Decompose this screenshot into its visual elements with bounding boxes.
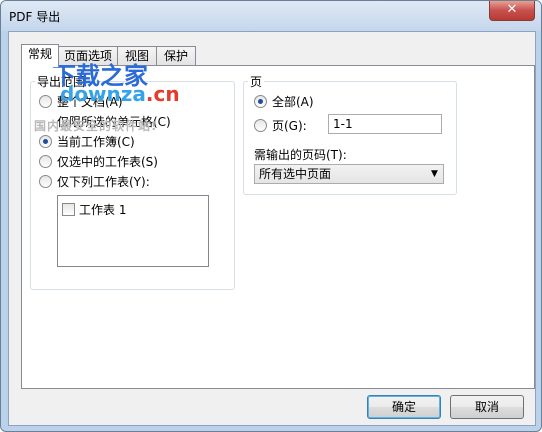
pages-legend: 页 <box>248 73 265 90</box>
current-workbook-label: 当前工作簿(C) <box>57 135 135 149</box>
watermark-domain: downza.cn <box>60 82 180 106</box>
page-range-input[interactable]: 1-1 <box>328 114 442 134</box>
close-icon: ✕ <box>506 2 518 17</box>
title-bar[interactable]: PDF 导出 ✕ <box>1 1 541 31</box>
output-pages-label: 需输出的页码(T): <box>254 148 347 162</box>
cancel-button[interactable]: 取消 <box>450 395 524 419</box>
selected-sheets-radio[interactable]: 仅选中的工作表(S) <box>39 153 158 170</box>
page-range-radio[interactable]: 页(G): <box>254 117 307 134</box>
watermark-tagline: 国内最安全的软件站! <box>34 119 158 133</box>
sheet-label: 工作表 1 <box>79 203 127 217</box>
chevron-down-icon: ▼ <box>431 169 438 179</box>
sheet-list[interactable]: 工作表 1 <box>57 195 209 267</box>
radio-circle <box>254 119 267 132</box>
pages-group: 页 全部(A) 页(G): 1-1 需输出的页码(T): 所有选中页面 ▼ <box>243 73 457 195</box>
page-range-label: 页(G): <box>272 119 307 133</box>
close-button[interactable]: ✕ <box>489 1 535 21</box>
window-title: PDF 导出 <box>9 10 61 24</box>
current-workbook-radio[interactable]: 当前工作簿(C) <box>39 133 135 150</box>
sheet-list-item[interactable]: 工作表 1 <box>62 201 126 218</box>
radio-circle-selected <box>254 95 267 108</box>
watermark-domain-prefix: downza <box>60 82 146 106</box>
output-pages-select[interactable]: 所有选中页面 ▼ <box>254 164 444 184</box>
watermark-domain-suffix: .cn <box>145 82 180 106</box>
tab-general[interactable]: 常规 <box>21 44 59 67</box>
tab-panel-general: 导出范围 整个文档(A) 仅限所选的单元格(C) 当前工作簿(C) 仅选中的工作… <box>21 62 535 389</box>
export-range-group: 导出范围 整个文档(A) 仅限所选的单元格(C) 当前工作簿(C) 仅选中的工作… <box>30 73 235 290</box>
radio-circle <box>39 95 52 108</box>
sheet-checkbox[interactable] <box>62 203 75 216</box>
ok-button[interactable]: 确定 <box>367 395 441 419</box>
radio-circle-selected <box>39 135 52 148</box>
following-sheets-label: 仅下列工作表(Y): <box>57 175 150 189</box>
tab-protect[interactable]: 保护 <box>156 46 196 66</box>
output-pages-value: 所有选中页面 <box>259 167 332 181</box>
dialog-body: 常规 页面选项 视图 保护 导出范围 整个文档(A) 仅限所选的单元格(C) 当… <box>8 31 536 426</box>
all-pages-radio[interactable]: 全部(A) <box>254 93 314 110</box>
selected-sheets-label: 仅选中的工作表(S) <box>57 155 158 169</box>
following-sheets-radio[interactable]: 仅下列工作表(Y): <box>39 173 150 190</box>
radio-circle <box>39 175 52 188</box>
radio-circle <box>39 155 52 168</box>
pdf-export-dialog: PDF 导出 ✕ 常规 页面选项 视图 保护 导出范围 整个文档(A) 仅限所选… <box>0 0 542 432</box>
all-pages-label: 全部(A) <box>272 95 314 109</box>
